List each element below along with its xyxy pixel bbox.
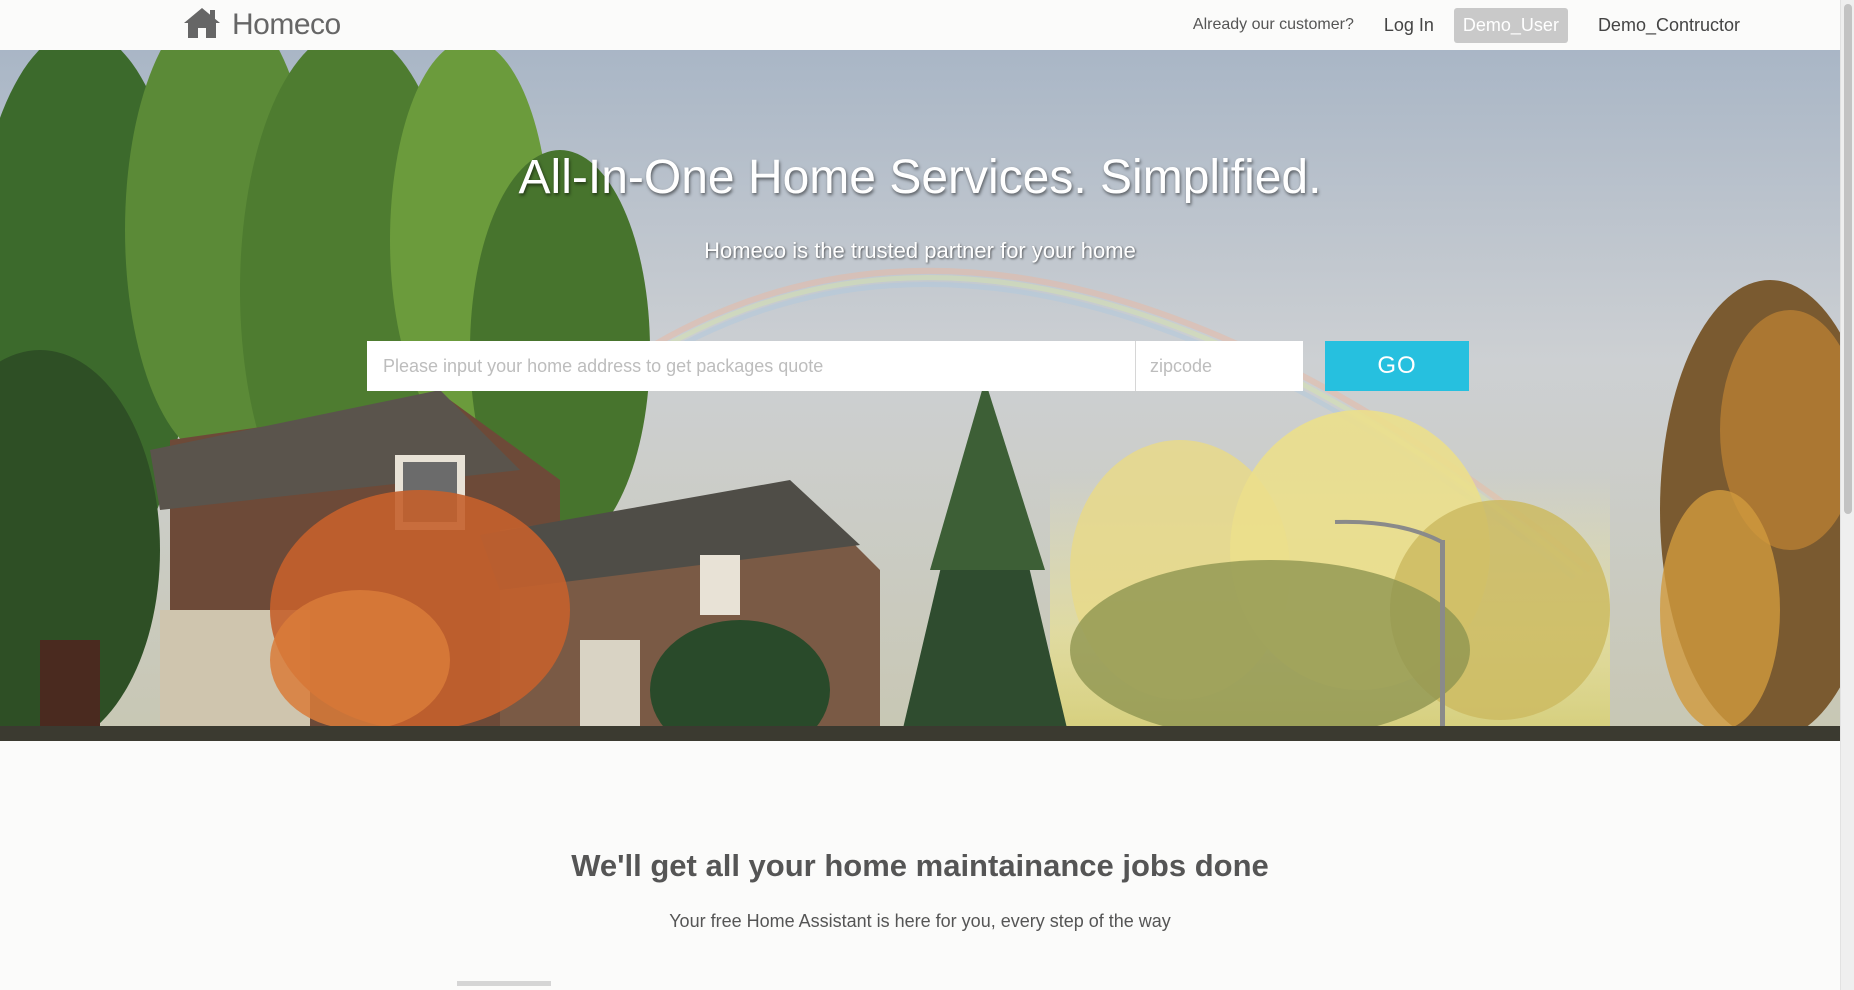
brand-logo[interactable]: Homeco xyxy=(182,6,341,44)
address-input[interactable] xyxy=(367,341,1135,391)
hero-banner: All-In-One Home Services. Simplified. Ho… xyxy=(0,50,1840,741)
customer-note: Already our customer? xyxy=(1192,16,1354,33)
login-link[interactable]: Log In xyxy=(1384,15,1434,36)
hero-title: All-In-One Home Services. Simplified. xyxy=(518,151,1322,204)
hero-subtitle: Homeco is the trusted partner for your h… xyxy=(704,238,1136,263)
scrollbar-thumb[interactable] xyxy=(1844,4,1852,514)
demo-contractor-link[interactable]: Demo_Contructor xyxy=(1598,15,1740,36)
page: Homeco Already our customer? Log In Demo… xyxy=(0,0,1854,990)
address-search-form: GO xyxy=(367,341,1469,391)
section-subtitle: Your free Home Assistant is here for you… xyxy=(669,911,1171,931)
brand-name: Homeco xyxy=(232,8,341,41)
go-button[interactable]: GO xyxy=(1325,341,1469,391)
nav-right: Already our customer? Log In Demo_User D… xyxy=(1192,7,1740,43)
zipcode-input[interactable] xyxy=(1135,341,1303,391)
section-title: We'll get all your home maintainance job… xyxy=(571,848,1269,883)
navbar: Homeco Already our customer? Log In Demo… xyxy=(0,0,1840,50)
vertical-scrollbar[interactable] xyxy=(1840,0,1854,990)
home-icon xyxy=(182,6,222,45)
demo-user-button[interactable]: Demo_User xyxy=(1453,7,1568,43)
tab-indicator xyxy=(457,981,551,986)
